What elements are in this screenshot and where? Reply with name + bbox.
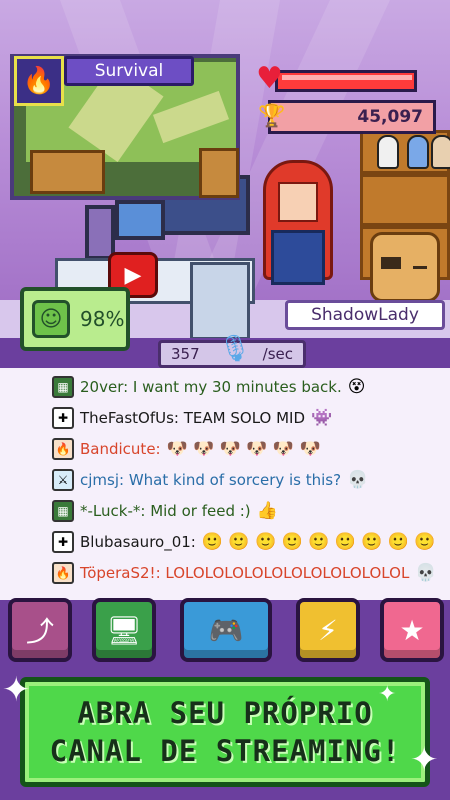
rate-value: 357 (171, 345, 200, 363)
user-avatar-icon: 🔥 (52, 438, 74, 460)
emote-icon: 🙂 🙂 🙂 🙂 🙂 🙂 🙂 🙂 🙂 (201, 531, 436, 552)
chat-message: ▦ 20ver: I want my 30 minutes back. 😵 (52, 374, 365, 400)
user-avatar-icon: ▦ (52, 376, 74, 398)
chat-text: I want my 30 minutes back. (128, 378, 342, 396)
star-icon: ★ (399, 613, 425, 647)
microphone-icon: 🎙 (218, 334, 252, 364)
game-title[interactable]: Survival (64, 56, 194, 86)
chat-text: Mid or feed :) (145, 502, 251, 520)
heart-icon: ♥ (256, 61, 283, 96)
emote-icon: 👾 (311, 407, 333, 428)
game-hud (30, 150, 105, 194)
promo-banner[interactable]: ABRA SEU PRÓPRIO CANAL DE STREAMING! (20, 677, 430, 787)
streamer-character (263, 160, 333, 290)
upgrade-button[interactable]: ⤴ (8, 598, 72, 662)
user-avatar-icon: 🔥 (52, 562, 74, 584)
trophy-icon: 🏆 (258, 104, 286, 129)
chat-text: What kind of sorcery is this? (124, 471, 342, 489)
mood-bubble: ☺ 98% (20, 287, 130, 351)
chat-username: *-Luck-*: (80, 502, 146, 520)
chat-username: TheFastOfUs: (80, 409, 179, 427)
chat-message: ✚ Blubasauro_01: 🙂 🙂 🙂 🙂 🙂 🙂 🙂 🙂 🙂 (52, 529, 436, 555)
rate-unit: /sec (262, 345, 293, 363)
chat-username: Bandicute: (80, 440, 161, 458)
chat-text: TEAM SOLO MID (178, 409, 306, 427)
mood-value: 98% (80, 307, 125, 331)
streamer-name: ShadowLady (285, 300, 445, 330)
favorites-button[interactable]: ★ (380, 598, 444, 662)
pc-tower (85, 205, 115, 260)
sparkle-icon: ✦ (378, 682, 397, 707)
health-bar (275, 70, 417, 92)
chat-message: 🔥 Bandicute: 🐶 🐶 🐶 🐶 🐶 🐶 (52, 436, 321, 462)
desk-drawer (190, 262, 250, 340)
chat-message: 🔥 TöperaS2!: LOLOLOLOLOLOLOLOLOLOLOLOL 💀 (52, 560, 436, 586)
emote-icon: 👍 (256, 500, 278, 521)
arrow-up-icon: ⤴ (25, 615, 54, 648)
torch-icon: 🔥 (14, 56, 64, 106)
user-avatar-icon: ✚ (52, 531, 74, 553)
games-button[interactable]: 🎮 (180, 598, 272, 662)
smiley-icon: ☺ (32, 300, 70, 338)
banner-line-2: CANAL DE STREAMING! (49, 734, 401, 768)
chat-username: 20ver: (80, 378, 129, 396)
chat-username: Blubasauro_01: (80, 533, 196, 551)
user-avatar-icon: ▦ (52, 500, 74, 522)
sparkle-icon: ✦ (2, 670, 31, 710)
chat-message: ✚ TheFastOfUs: TEAM SOLO MID 👾 (52, 405, 332, 431)
emote-icon: 🐶 🐶 🐶 🐶 🐶 🐶 (166, 438, 321, 459)
emote-icon: 😵 (347, 376, 366, 397)
emote-icon: 💀 (347, 469, 369, 490)
viewer-count: 45,097 (268, 100, 436, 134)
lightning-icon: ⚡ (318, 613, 338, 647)
sparkle-icon: ✦ (410, 740, 439, 780)
chat-username: TöperaS2!: (80, 564, 161, 582)
chat-username: cjmsj: (80, 471, 125, 489)
computer-button[interactable]: 🖥 (92, 598, 156, 662)
crate (199, 148, 239, 198)
user-avatar-icon: ⚔ (52, 469, 74, 491)
boost-button[interactable]: ⚡ (296, 598, 360, 662)
monitor-icon: 🖥 (106, 613, 142, 647)
banner-line-1: ABRA SEU PRÓPRIO (77, 696, 373, 730)
chat-feed: ▦ 20ver: I want my 30 minutes back. 😵 ✚ … (0, 368, 450, 600)
chat-text: LOLOLOLOLOLOLOLOLOLOLOLOL (160, 564, 410, 582)
monitor (115, 200, 165, 240)
chat-message: ▦ *-Luck-*: Mid or feed :) 👍 (52, 498, 278, 524)
chat-message: ⚔ cjmsj: What kind of sorcery is this? 💀 (52, 467, 368, 493)
emote-icon: 💀 (415, 562, 437, 583)
shiba-dog (370, 232, 440, 302)
gamepad-icon: 🎮 (208, 613, 244, 647)
user-avatar-icon: ✚ (52, 407, 74, 429)
